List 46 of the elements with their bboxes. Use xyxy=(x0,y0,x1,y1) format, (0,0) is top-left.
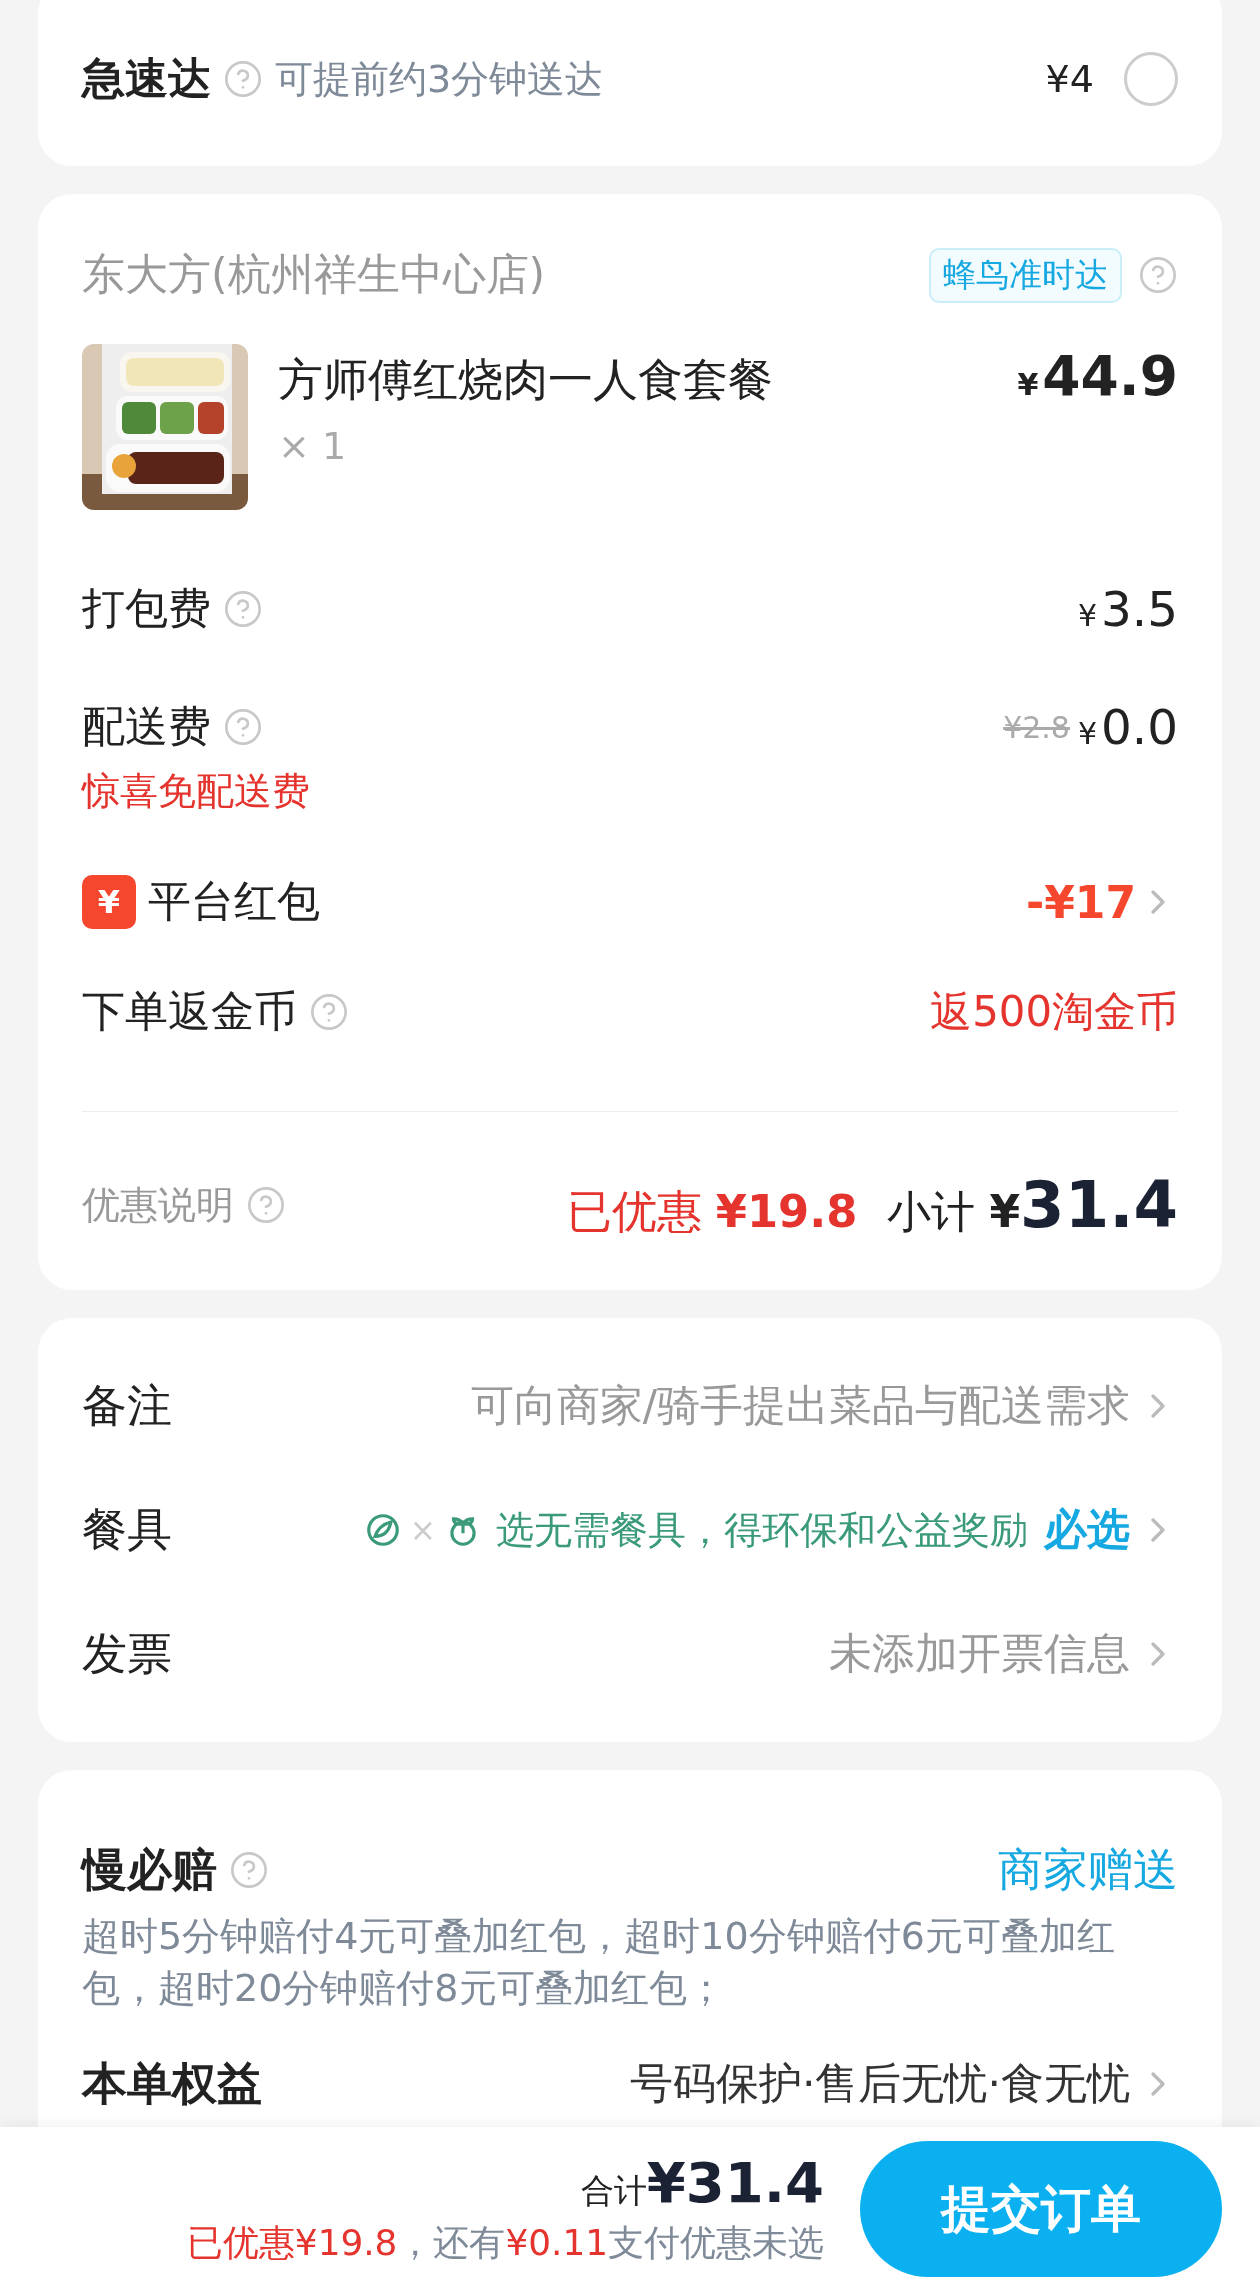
discount-info-label[interactable]: 优惠说明 xyxy=(82,1179,234,1231)
benefits-value[interactable]: 号码保护·售后无忧·食无忧 xyxy=(629,2055,1130,2113)
delivery-tag: 蜂鸟准时达 xyxy=(929,247,1122,303)
order-total: 合计¥31.4 xyxy=(580,2150,824,2215)
option-label: 餐具 xyxy=(82,1502,172,1558)
reward-value: 返500淘金币 xyxy=(930,986,1178,1038)
discount-summary: 已优惠¥19.8，还有¥0.11支付优惠未选 xyxy=(186,2221,824,2265)
option-value[interactable]: 未添加开票信息 xyxy=(829,1625,1130,1683)
saved-amount: 已优惠 ¥19.8 xyxy=(566,1184,858,1240)
fee-label: 配送费 xyxy=(82,700,211,753)
help-icon[interactable] xyxy=(246,1185,286,1225)
coupon-amount[interactable]: -¥17 xyxy=(1025,876,1136,928)
fee-amount: ¥3.5 xyxy=(1077,581,1178,637)
help-icon[interactable] xyxy=(223,59,263,99)
option-label: 备注 xyxy=(82,1378,172,1434)
times-sign: × xyxy=(409,1512,436,1548)
tableware-hint[interactable]: 选无需餐具，得环保和公益奖励 xyxy=(496,1504,1028,1556)
fee-label: 打包费 xyxy=(82,582,211,635)
help-icon[interactable] xyxy=(223,589,263,629)
help-icon[interactable] xyxy=(1138,255,1178,295)
guarantee-title: 慢必赔 xyxy=(82,1842,217,1898)
radio-button[interactable] xyxy=(1124,52,1178,106)
fee-note: 惊喜免配送费 xyxy=(82,768,311,815)
option-label: 发票 xyxy=(82,1626,172,1682)
required-tag: 必选 xyxy=(1044,1501,1130,1559)
fee-amount: ¥0.0 xyxy=(1077,699,1178,755)
dish-name: 方师傅红烧肉一人食套餐 xyxy=(278,352,774,408)
dish-price: ¥44.9 xyxy=(1017,344,1178,410)
subtotal: 小计 ¥31.4 xyxy=(887,1168,1178,1242)
option-hint: 可提前约3分钟送达 xyxy=(275,55,604,103)
help-icon[interactable] xyxy=(223,707,263,747)
original-price: ¥2.8 xyxy=(1003,709,1070,745)
coupon-icon: ¥ xyxy=(82,875,136,929)
reward-label: 下单返金币 xyxy=(82,985,297,1038)
option-price: ¥4 xyxy=(1045,57,1094,101)
guarantee-description: 超时5分钟赔付4元可叠加红包，超时10分钟赔付6元可叠加红包，超时20分钟赔付8元可叠加红包； xyxy=(82,1913,1116,2012)
benefits-label: 本单权益 xyxy=(82,2056,262,2112)
submit-order-button[interactable]: 提交订单 xyxy=(860,2141,1222,2277)
coupon-label: 平台红包 xyxy=(148,875,320,928)
help-icon[interactable] xyxy=(309,992,349,1032)
option-value[interactable]: 可向商家/骑手提出菜品与配送需求 xyxy=(470,1377,1130,1435)
dish-quantity: × 1 xyxy=(278,424,348,468)
help-icon[interactable] xyxy=(229,1850,269,1890)
guarantee-tag: 商家赠送 xyxy=(998,1840,1178,1900)
store-name[interactable]: 东大方(杭州祥生中心店) xyxy=(82,246,546,304)
option-title: 急速达 xyxy=(82,52,211,105)
